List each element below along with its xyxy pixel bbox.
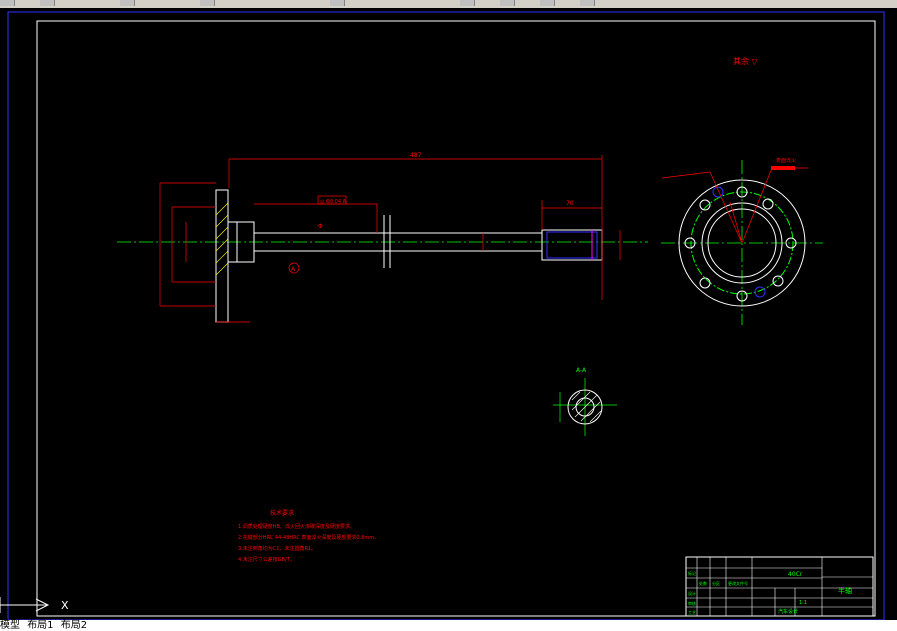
notes-title: 技术要求	[270, 509, 294, 517]
ucs-x-label: X	[61, 599, 69, 612]
tab-model[interactable]: 模型	[0, 620, 20, 631]
technical-notes: 技术要求 1.调质处理硬度HB。淬火回火渗碳深度及硬度要求。 2.花键部分HRC…	[238, 509, 379, 563]
inner-border	[36, 20, 876, 617]
ucs-icon: X	[0, 597, 69, 613]
dim-overall-length: 487	[410, 152, 422, 159]
title-block-row: 分区	[712, 580, 720, 586]
layout-tabs: 模型 布局1 布局2	[0, 620, 897, 631]
section-a-a: A-A	[553, 367, 617, 436]
shaft-main-view: 487 70 Φ ◎ Φ0.04 A A	[117, 152, 648, 323]
title-block-row: 处数	[699, 580, 707, 586]
title-block-company: 汽车设计	[778, 608, 798, 615]
surface-treatment-tag	[771, 166, 795, 170]
toolbar-button[interactable]	[40, 0, 55, 6]
title-block-row: 更改文件号	[728, 580, 748, 586]
title-block-row: 设计	[688, 590, 696, 596]
title-block-row: 标记	[688, 570, 696, 576]
flange-end-view: 表面淬火	[661, 157, 823, 325]
outer-border	[7, 11, 885, 620]
title-block: 40Cr 半轴 1:1 汽车设计 标记 处数 分区 更改文件号 设计 审核 工艺	[685, 556, 874, 617]
note-line: 2.花键部分HRC 44-48HRC 表面淬火深度及硬度要求0.8mm。	[238, 534, 379, 541]
toolbar-button[interactable]	[460, 0, 475, 6]
toolbar-button[interactable]	[200, 0, 215, 6]
note-line: 1.调质处理硬度HB。淬火回火渗碳深度及硬度要求。	[238, 523, 355, 530]
roughness-note: 其余 ▽	[733, 56, 759, 66]
datum-callout: A	[291, 266, 296, 273]
section-label: A-A	[576, 367, 587, 374]
flange-outline	[215, 189, 229, 323]
note-line: 4.未注尺寸公差按GB/T。	[238, 556, 295, 563]
dim-spline-length: 70	[566, 200, 574, 207]
tab-layout1[interactable]: 布局1	[27, 620, 53, 631]
title-block-part-name: 半轴	[838, 586, 852, 595]
toolbar-button[interactable]	[120, 0, 135, 6]
tab-layout2[interactable]: 布局2	[61, 620, 87, 631]
spline-end	[541, 229, 603, 261]
title-block-scale: 1:1	[799, 600, 807, 606]
drawing-canvas[interactable]: 其余 ▽ 487 70 Φ ◎ Φ0.04 A A 表面淬火 A-A 技术要求 …	[0, 8, 897, 620]
tolerance-frame-text: ◎ Φ0.04 A	[320, 199, 347, 205]
toolbar-button[interactable]	[580, 0, 595, 6]
dim-shaft-diameter: Φ	[318, 223, 323, 230]
flange-hatch	[215, 202, 229, 276]
note-line: 3.未注倒角均为C1，未注圆角R1。	[238, 545, 316, 552]
toolbar-button[interactable]	[500, 0, 515, 6]
title-block-row: 审核	[688, 600, 696, 606]
toolbar-button[interactable]	[540, 0, 555, 6]
model-space-drawing: 其余 ▽ 487 70 Φ ◎ Φ0.04 A A 表面淬火 A-A 技术要求 …	[0, 11, 885, 620]
title-block-row: 工艺	[688, 610, 696, 615]
title-block-material: 40Cr	[788, 571, 803, 578]
surface-treatment-label: 表面淬火	[776, 157, 796, 164]
toolbar-button[interactable]	[330, 0, 345, 6]
toolbar-button[interactable]	[0, 0, 15, 6]
